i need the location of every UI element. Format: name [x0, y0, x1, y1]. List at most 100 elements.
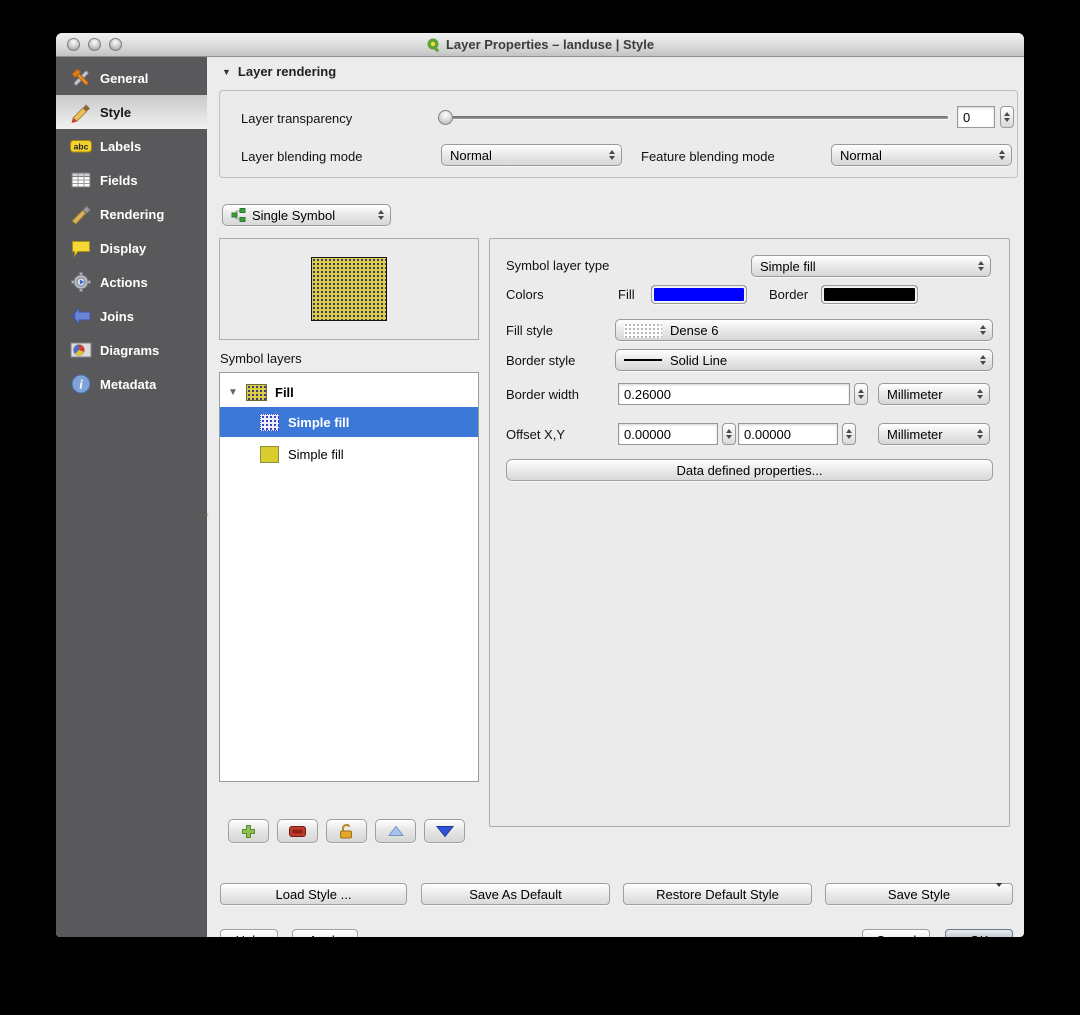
feature-blending-value: Normal — [840, 147, 882, 163]
qgis-icon — [427, 38, 439, 52]
fill-color-label: Fill — [618, 287, 635, 302]
sidebar-item-display[interactable]: Display — [56, 231, 207, 265]
transparency-slider-track[interactable] — [441, 116, 948, 119]
style-page: ‹ ▼ Layer rendering Layer transparency L… — [206, 57, 1024, 937]
splitter-handle[interactable]: ‹ — [206, 509, 213, 523]
border-style-value: Solid Line — [670, 352, 728, 368]
tools-icon — [69, 67, 92, 90]
symbol-preview-swatch — [311, 257, 387, 321]
lock-symbol-layer-button[interactable] — [326, 819, 367, 843]
offset-unit-value: Millimeter — [887, 426, 943, 442]
layer-rendering-groupbox: Layer transparency Layer blending mode N… — [219, 90, 1018, 178]
sidebar-label: Rendering — [100, 206, 165, 222]
diagram-icon — [69, 339, 92, 362]
sidebar-item-style[interactable]: Style — [56, 95, 207, 129]
combo-arrows-icon — [980, 320, 986, 340]
layer-rendering-title: Layer rendering — [237, 64, 337, 79]
feature-blending-label: Feature blending mode — [641, 149, 775, 164]
symbol-layer-type-select[interactable]: Simple fill — [751, 255, 991, 277]
move-layer-down-button[interactable] — [424, 819, 465, 843]
data-defined-properties-button[interactable]: Data defined properties... — [506, 459, 993, 481]
transparency-value-field[interactable] — [957, 106, 995, 128]
fill-symbol-swatch — [246, 383, 267, 401]
tree-row-simple-fill-2[interactable]: Simple fill — [220, 439, 478, 469]
abc-label-icon: abc — [69, 135, 92, 158]
tree-row-label: Fill — [275, 384, 294, 400]
renderer-select[interactable]: Single Symbol — [222, 204, 391, 226]
sidebar-item-joins[interactable]: Joins — [56, 299, 207, 333]
border-style-select[interactable]: Solid Line — [615, 349, 993, 371]
transparency-slider-knob[interactable] — [438, 110, 453, 125]
disclosure-triangle-icon[interactable]: ▼ — [220, 387, 246, 398]
layer-rendering-header[interactable]: ▼ Layer rendering — [222, 64, 336, 79]
blue-fill-swatch — [260, 413, 279, 431]
offset-y-stepper[interactable] — [842, 423, 856, 445]
border-width-unit-select[interactable]: Millimeter — [878, 383, 990, 405]
sidebar-item-diagrams[interactable]: Diagrams — [56, 333, 207, 367]
border-color-button[interactable] — [821, 285, 918, 304]
add-symbol-layer-button[interactable] — [228, 819, 269, 843]
remove-symbol-layer-button[interactable] — [277, 819, 318, 843]
solid-line-swatch — [624, 359, 662, 361]
transparency-stepper[interactable] — [1000, 106, 1014, 128]
tree-row-fill[interactable]: ▼ Fill — [220, 377, 478, 407]
border-width-field[interactable] — [618, 383, 850, 405]
offset-unit-select[interactable]: Millimeter — [878, 423, 990, 445]
stepper-up-icon[interactable] — [1004, 112, 1010, 116]
info-icon: i — [69, 373, 92, 396]
save-style-button[interactable]: Save Style — [825, 882, 1013, 905]
symbol-layer-properties-panel: Symbol layer type Simple fill Colors Fil… — [489, 238, 1010, 827]
up-triangle-icon — [387, 825, 404, 836]
combo-arrows-icon — [977, 384, 983, 404]
sidebar-item-labels[interactable]: abc Labels — [56, 129, 207, 163]
rendering-brush-icon — [69, 203, 92, 226]
title-bar[interactable]: Layer Properties – landuse | Style — [56, 33, 1024, 57]
fill-style-select[interactable]: Dense 6 — [615, 319, 993, 341]
speech-bubble-icon — [69, 237, 92, 260]
symbol-layer-type-value: Simple fill — [760, 258, 816, 274]
sidebar-label: Diagrams — [100, 342, 160, 358]
fill-color-button[interactable] — [651, 285, 747, 304]
sidebar-label: Labels — [100, 138, 142, 154]
offset-x-stepper[interactable] — [722, 423, 736, 445]
sidebar-item-fields[interactable]: Fields — [56, 163, 207, 197]
help-button[interactable]: Help — [220, 929, 278, 937]
tree-row-label: Simple fill — [288, 446, 344, 462]
layer-blending-label: Layer blending mode — [241, 149, 363, 164]
restore-default-style-button[interactable]: Restore Default Style — [623, 883, 812, 905]
offset-label: Offset X,Y — [506, 427, 566, 442]
window-title-area: Layer Properties – landuse | Style — [56, 33, 1024, 56]
cancel-button[interactable]: Cancel — [862, 929, 930, 937]
save-style-label: Save Style — [887, 886, 951, 902]
tree-row-simple-fill-1[interactable]: Simple fill — [220, 407, 478, 437]
gear-icon — [69, 271, 92, 294]
sidebar-item-actions[interactable]: Actions — [56, 265, 207, 299]
load-style-button[interactable]: Load Style ... — [220, 883, 407, 905]
save-as-default-button[interactable]: Save As Default — [421, 883, 610, 905]
border-width-label: Border width — [506, 387, 579, 402]
feature-blending-select[interactable]: Normal — [831, 144, 1012, 166]
ok-label: OK — [970, 933, 989, 938]
stepper-down-icon[interactable] — [1004, 118, 1010, 122]
apply-button[interactable]: Apply — [292, 929, 358, 937]
border-width-stepper[interactable] — [854, 383, 868, 405]
border-style-label: Border style — [506, 353, 576, 368]
table-icon — [69, 169, 92, 192]
sidebar-label: Display — [100, 240, 147, 256]
symbol-preview-box — [219, 238, 479, 340]
transparency-label: Layer transparency — [241, 111, 353, 126]
sidebar-label: Metadata — [100, 376, 157, 392]
svg-text:abc: abc — [73, 142, 88, 152]
layer-blending-select[interactable]: Normal — [441, 144, 622, 166]
sidebar-item-metadata[interactable]: i Metadata — [56, 367, 207, 401]
sidebar-item-rendering[interactable]: Rendering — [56, 197, 207, 231]
ok-button[interactable]: OK — [945, 929, 1013, 937]
sidebar-item-general[interactable]: General — [56, 61, 207, 95]
move-layer-up-button[interactable] — [375, 819, 416, 843]
offset-x-field[interactable] — [618, 423, 718, 445]
combo-arrows-icon — [378, 205, 384, 225]
load-style-label: Load Style ... — [275, 886, 352, 902]
yellow-fill-swatch — [260, 445, 279, 463]
offset-y-field[interactable] — [738, 423, 838, 445]
sidebar: General Style abc Labels Fields Renderin… — [56, 57, 207, 937]
